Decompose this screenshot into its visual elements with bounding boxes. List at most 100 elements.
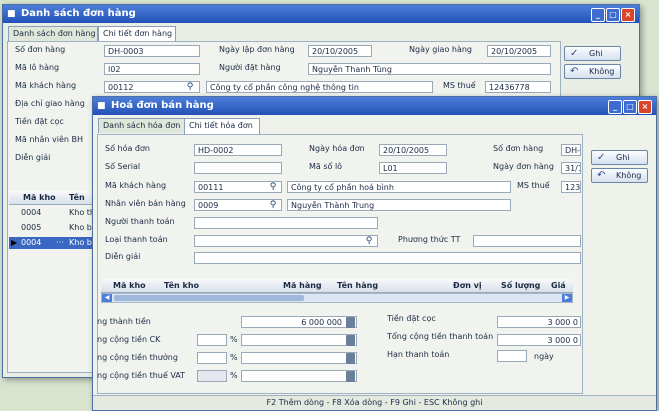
save-button[interactable]: ✓ Ghi — [591, 150, 648, 165]
payment-type-field[interactable] — [194, 235, 378, 247]
order-date-label: Ngày đơn hàng — [493, 162, 554, 171]
tax-code-field[interactable]: 12436778 — [485, 81, 551, 93]
grand-total-label: Tổng cộng tiền thanh toán — [387, 332, 494, 341]
tab-invoice-list[interactable]: Danh sách hóa đơn — [98, 118, 186, 133]
vat-total-field[interactable] — [241, 370, 357, 382]
table-row[interactable]: 0005 Kho b — [9, 222, 95, 234]
deposit-label: Tiền đặt cọc — [15, 117, 64, 126]
payer-field[interactable] — [194, 217, 378, 229]
serial-label: Số Serial — [105, 162, 141, 171]
scroll-left-icon[interactable]: ◀ — [102, 294, 112, 302]
minimize-icon[interactable]: _ — [608, 100, 622, 114]
customer-company-field[interactable]: Công ty cổ phần hoá bình — [287, 181, 511, 193]
invoice-number-field[interactable]: HD-0002 — [194, 144, 282, 156]
col-item-name[interactable]: Tên hàng — [337, 279, 378, 292]
bonus-total-field[interactable] — [241, 352, 357, 364]
tab-invoice-detail[interactable]: Chi tiết hóa đơn — [184, 118, 260, 134]
tab-order-detail[interactable]: Chi tiết đơn hàng — [98, 26, 176, 42]
row-warehouse-code: 0005 — [21, 223, 42, 232]
salesperson-lookup-icon[interactable]: ⚲ — [267, 199, 279, 211]
customer-code-label: Mã khách hàng — [15, 81, 77, 90]
customer-lookup-icon[interactable]: ⚲ — [267, 181, 279, 193]
col-warehouse-name[interactable]: Tên kho — [164, 279, 199, 292]
bonus-percent-field[interactable] — [197, 352, 227, 364]
deposit-field[interactable]: 3 000 0 — [497, 316, 581, 328]
check-icon: ✓ — [570, 48, 579, 59]
invoice-number-label: Số hóa đơn — [105, 144, 150, 153]
payment-method-field[interactable] — [473, 235, 581, 247]
calculator-icon[interactable] — [346, 317, 355, 328]
table-row-selected[interactable]: ▶ 0004 ··· Kho b — [9, 237, 95, 249]
tax-code-field[interactable]: 1234( — [561, 181, 581, 193]
delivery-date-label: Ngày giao hàng — [409, 45, 473, 54]
cancel-button[interactable]: ↶ Không — [564, 64, 621, 79]
tab-order-list[interactable]: Danh sách đơn hàng — [8, 26, 98, 41]
save-button[interactable]: ✓ Ghi — [564, 46, 621, 61]
maximize-icon[interactable]: □ — [606, 8, 620, 22]
payer-label: Người thanh toán — [105, 217, 175, 226]
orderer-label: Người đặt hàng — [219, 63, 281, 72]
deposit-label: Tiền đặt cọc — [387, 314, 436, 323]
col-warehouse-code[interactable]: Mã kho — [113, 279, 146, 292]
orders-title-bar[interactable]: ■ Danh sách đơn hàng _ □ × — [3, 5, 639, 23]
col-warehouse-code[interactable]: Mã kho — [23, 191, 56, 204]
salesperson-name-field[interactable]: Nguyễn Thành Trung — [287, 199, 511, 211]
close-icon[interactable]: × — [621, 8, 635, 22]
percent-sign: % — [230, 335, 238, 344]
order-number-field[interactable]: DH-0003 — [104, 45, 200, 57]
save-button-label: Ghi — [589, 49, 603, 58]
delivery-date-field[interactable]: 20/10/2005 — [487, 45, 551, 57]
order-date-field[interactable]: 20/10/2005 — [308, 45, 372, 57]
customer-lookup-icon[interactable]: ⚲ — [184, 81, 196, 93]
col-unit[interactable]: Đơn vị — [453, 279, 482, 292]
order-number-field[interactable]: DH-00 — [561, 144, 581, 156]
calculator-icon[interactable] — [346, 371, 355, 382]
discount-percent-field[interactable] — [197, 334, 227, 346]
days-unit-label: ngày — [534, 352, 554, 361]
vat-percent-field[interactable] — [197, 370, 227, 382]
serial-field[interactable] — [194, 162, 282, 174]
col-warehouse-name[interactable]: Tên — [69, 191, 85, 204]
warehouse-grid-header: Mã kho Tên — [9, 191, 95, 205]
cancel-button-label: Không — [616, 171, 642, 180]
discount-total-field[interactable] — [241, 334, 357, 346]
minimize-icon[interactable]: _ — [591, 8, 605, 22]
row-warehouse-code: 0004 — [21, 238, 42, 247]
table-row[interactable]: 0004 Kho th — [9, 207, 95, 219]
customer-code-label: Mã khách hàng — [105, 181, 167, 190]
row-lookup-button[interactable]: ··· — [56, 237, 64, 249]
maximize-icon[interactable]: □ — [623, 100, 637, 114]
payment-due-field[interactable] — [497, 350, 527, 362]
order-date-label: Ngày lập đơn hàng — [219, 45, 295, 54]
cancel-button[interactable]: ↶ Không — [591, 168, 648, 183]
payment-type-lookup-icon[interactable]: ⚲ — [363, 235, 375, 247]
shortcut-hints: F2 Thêm dòng - F8 Xóa dòng - F9 Ghi - ES… — [266, 398, 483, 407]
scroll-thumb[interactable] — [114, 295, 304, 301]
close-icon[interactable]: × — [638, 100, 652, 114]
percent-sign: % — [230, 371, 238, 380]
subtotal-value: 6 000 000 — [301, 318, 342, 327]
scroll-right-icon[interactable]: ▶ — [562, 294, 572, 302]
batch-number-field[interactable]: L01 — [379, 162, 447, 174]
undo-icon: ↶ — [597, 170, 606, 181]
description-field[interactable] — [194, 252, 581, 264]
col-item-code[interactable]: Mã hàng — [283, 279, 322, 292]
col-price[interactable]: Giá — [551, 279, 566, 292]
company-name-field[interactable]: Công ty cổ phần công nghệ thông tin — [206, 81, 433, 93]
order-number-label: Số đơn hàng — [15, 45, 66, 54]
order-number-label: Số đơn hàng — [493, 144, 544, 153]
orderer-field[interactable]: Nguyễn Thanh Tùng — [308, 63, 551, 75]
col-quantity[interactable]: Số lượng — [501, 279, 540, 292]
subtotal-label: ng thành tiền — [97, 317, 151, 326]
row-warehouse-code: 0004 — [21, 208, 42, 217]
grand-total-field[interactable]: 3 000 0 — [497, 334, 581, 346]
batch-code-field[interactable]: l02 — [104, 63, 200, 75]
invoice-title-bar[interactable]: ■ Hoá đơn bán hàng _ □ × — [93, 97, 656, 115]
subtotal-field[interactable]: 6 000 000 — [241, 316, 357, 328]
calculator-icon[interactable] — [346, 335, 355, 346]
invoice-date-field[interactable]: 20/10/2005 — [379, 144, 447, 156]
order-date-field[interactable]: 31/10 — [561, 162, 581, 174]
invoice-date-label: Ngày hóa đơn — [309, 144, 365, 153]
items-horizontal-scrollbar[interactable]: ◀ ▶ — [101, 293, 573, 303]
calculator-icon[interactable] — [346, 353, 355, 364]
